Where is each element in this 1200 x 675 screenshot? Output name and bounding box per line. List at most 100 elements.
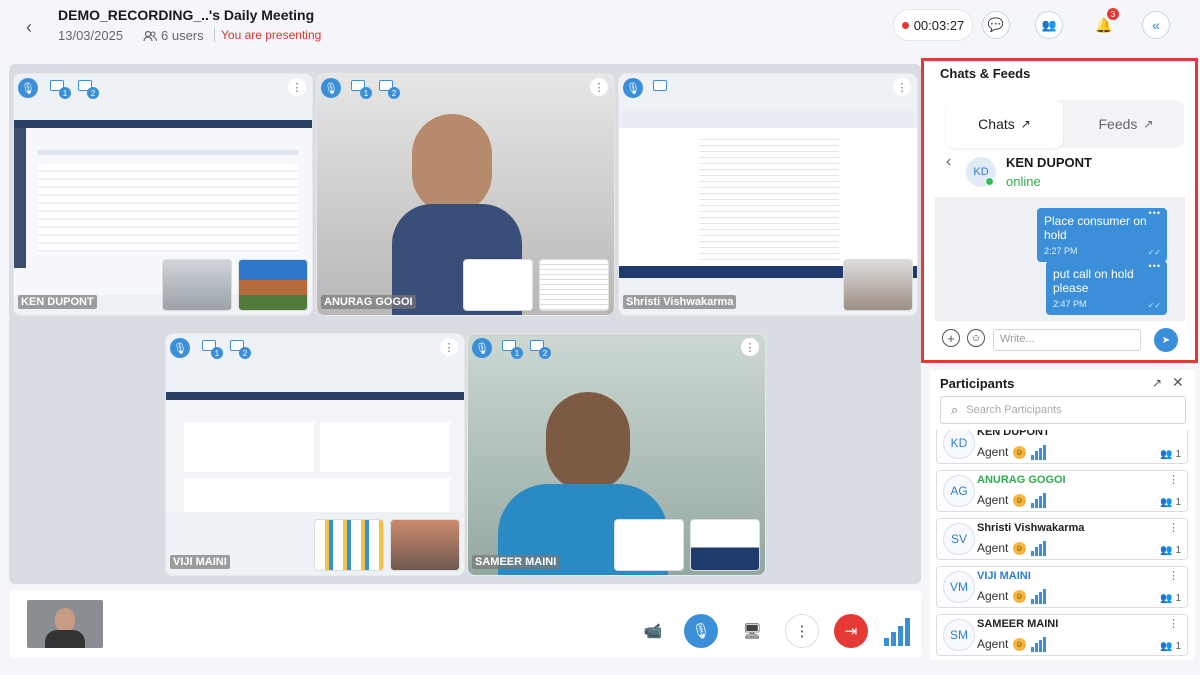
tab-feeds[interactable]: Feeds ↗ [1070,100,1182,148]
mic-muted-icon[interactable]: 🎙 [321,78,341,98]
participant-name: SAMEER MAINI [472,555,560,569]
double-check-icon: ✓✓ [1147,301,1161,310]
avatar: SV [943,523,975,555]
video-tile-shristi[interactable]: 🎙 ⋮ Shristi Vishwakarma [618,73,918,316]
chat-toggle-button[interactable]: 💬 [982,11,1010,39]
camera-icon: 📹 [643,623,663,640]
popout-button[interactable]: ↗ [1152,376,1162,390]
signal-icon [1031,637,1046,652]
screen-share-icon[interactable]: 1 [502,340,523,359]
recording-timer: 00:03:27 [893,9,973,41]
kebab-menu-icon[interactable]: ⋮ [893,78,911,96]
kebab-menu-icon[interactable]: ⋮ [1168,617,1179,630]
kebab-menu-icon[interactable]: ⋮ [590,78,608,96]
device-count: 👥 1 [1160,641,1181,652]
screen-share-icon[interactable]: 2 [379,80,400,99]
leave-meeting-button[interactable]: ⇥ [834,614,868,648]
kebab-menu-icon: ⋮ [794,623,810,640]
list-item[interactable]: AG ANURAG GOGOI ⋮ Agent ☺ 👥 1 [936,470,1188,512]
meeting-title: DEMO_RECORDING_..'s Daily Meeting [58,7,315,23]
kebab-menu-icon[interactable]: ⋮ [288,78,306,96]
screen-share-icon[interactable]: 1 [50,80,71,99]
smiley-icon: ☺ [1013,494,1026,507]
device-count: 👥 1 [1160,593,1181,604]
signal-icon [1031,493,1046,508]
kebab-menu-icon[interactable]: ⋮ [1168,473,1179,486]
thumbnail-screen [614,519,684,571]
kebab-menu-icon[interactable]: ⋮ [1168,569,1179,582]
self-view[interactable] [27,600,103,648]
thumbnail-screen [690,519,760,571]
participants-search[interactable]: ⌕ Search Participants [940,396,1186,424]
mic-button[interactable]: 🎙 [684,614,718,648]
chat-contact-name: KEN DUPONT [1006,155,1092,170]
external-link-icon: ↗ [1020,117,1031,131]
screen-share-icon[interactable]: 1 [351,80,372,99]
close-icon: ✕ [1172,374,1184,390]
message-menu-icon[interactable]: ••• [1149,208,1161,218]
attach-button[interactable]: + [942,329,960,347]
chat-input[interactable]: Write... [993,329,1141,351]
participants-list: KD KEN DUPONT Agent ☺ 👥 1 AG ANURAG GOGO… [936,430,1188,660]
screen-share-icon[interactable]: 2 [230,340,251,359]
device-count: 👥 1 [1160,545,1181,556]
smiley-icon: ☺ [1013,638,1026,651]
screen-share-button[interactable]: 🖥 [735,614,769,648]
plus-icon: + [947,330,955,346]
smiley-icon: ☺ [1013,590,1026,603]
participant-name: VIJI MAINI [977,570,1031,582]
chat-back-button[interactable]: ‹ [946,153,951,171]
thumbnail-camera [390,519,460,571]
record-dot-icon [901,21,909,29]
video-tile-ken[interactable]: 🎙 1 2 ⋮ KEN DUPONT [13,73,313,316]
video-tile-viji[interactable]: 🎙 1 2 ⋮ VIJI MAINI [165,333,465,576]
thumbnail-screen [463,259,533,311]
control-bar [9,590,921,658]
video-tile-anurag[interactable]: 🎙 1 2 ⋮ ANURAG GOGOI [316,73,615,316]
participants-toggle-button[interactable]: 👥 [1035,11,1063,39]
kebab-menu-icon[interactable]: ⋮ [440,338,458,356]
signal-icon [1031,589,1046,604]
camera-feed [412,114,492,214]
tab-chats[interactable]: Chats ↗ [946,100,1063,148]
list-item[interactable]: VM VIJI MAINI ⋮ Agent ☺ 👥 1 [936,566,1188,608]
screen-share-icon[interactable]: 1 [202,340,223,359]
more-options-button[interactable]: ⋮ [785,614,819,648]
screen-share-icon[interactable]: 2 [78,80,99,99]
users-icon [143,30,157,41]
close-button[interactable]: ✕ [1172,374,1184,391]
chat-message[interactable]: ••• put call on hold please 2:47 PM ✓✓ [1046,261,1167,315]
screen-share-icon[interactable] [653,80,667,91]
avatar: KD [943,430,975,459]
chat-message[interactable]: ••• Place consumer on hold 2:27 PM ✓✓ [1037,208,1167,262]
camera-button[interactable]: 📹 [636,614,670,648]
participants-title: Participants [940,376,1015,391]
collapse-panel-button[interactable]: « [1142,11,1170,39]
chevron-left-icon: ‹ [946,153,952,170]
people-icon: 👥 [1041,18,1057,32]
online-indicator [985,177,994,186]
signal-icon [1031,445,1046,460]
list-item[interactable]: SV Shristi Vishwakarma ⋮ Agent ☺ 👥 1 [936,518,1188,560]
participant-name: VIJI MAINI [170,555,230,569]
mic-muted-icon[interactable]: 🎙 [18,78,38,98]
kebab-menu-icon[interactable]: ⋮ [1168,521,1179,534]
send-button[interactable]: ➤ [1154,328,1178,352]
mic-muted-icon[interactable]: 🎙 [170,338,190,358]
avatar: AG [943,475,975,507]
search-icon: ⌕ [951,402,959,417]
double-chevron-left-icon: « [1152,17,1160,33]
mic-muted-icon[interactable]: 🎙 [472,338,492,358]
message-menu-icon[interactable]: ••• [1149,261,1161,271]
users-label: 6 users [161,28,204,43]
list-item[interactable]: SM SAMEER MAINI ⋮ Agent ☺ 👥 1 [936,614,1188,656]
list-item[interactable]: KD KEN DUPONT Agent ☺ 👥 1 [936,430,1188,464]
back-button[interactable]: ‹ [16,14,42,40]
screen-share-icon[interactable]: 2 [530,340,551,359]
smiley-icon: ☺ [1013,446,1026,459]
users-count[interactable]: 6 users [143,28,204,43]
kebab-menu-icon[interactable]: ⋮ [741,338,759,356]
emoji-button[interactable]: ☺ [967,329,985,347]
video-tile-sameer[interactable]: 🎙 1 2 ⋮ SAMEER MAINI [467,333,766,576]
mic-muted-icon[interactable]: 🎙 [623,78,643,98]
